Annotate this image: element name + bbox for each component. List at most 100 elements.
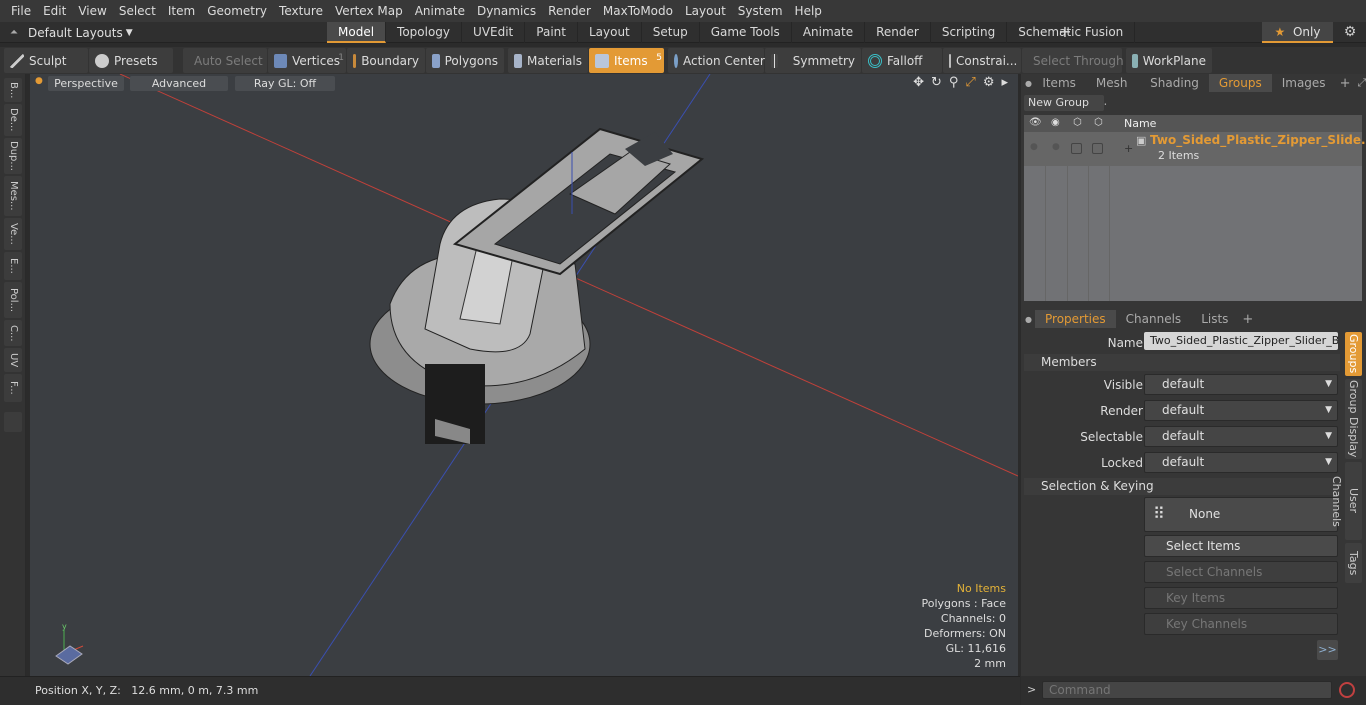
tab-game-tools[interactable]: Game Tools <box>700 22 792 43</box>
left-tab-vertex[interactable]: Ve... <box>4 218 22 250</box>
pan-icon[interactable]: ✥ <box>913 75 924 90</box>
add-tab-button[interactable]: + <box>1057 22 1073 43</box>
raygl-dropdown[interactable]: Ray GL: Off <box>235 76 335 91</box>
menu-vertex-map[interactable]: Vertex Map <box>324 0 403 22</box>
menu-texture[interactable]: Texture <box>268 0 323 22</box>
left-tab-deform[interactable]: De... <box>4 104 22 136</box>
only-button[interactable]: ★ Only <box>1262 22 1333 43</box>
auto-select-button[interactable]: Auto Select <box>183 48 267 73</box>
workplane-button[interactable]: WorkPlane <box>1126 48 1212 73</box>
menu-animate[interactable]: Animate <box>404 0 465 22</box>
materials-button[interactable]: Materials <box>508 48 588 73</box>
zoom-icon[interactable]: ⚲ <box>949 75 959 90</box>
new-group-button[interactable]: New Group <box>1024 95 1104 111</box>
tab-images[interactable]: Images <box>1272 74 1336 92</box>
key-channels-button[interactable]: Key Channels <box>1144 613 1338 635</box>
row-visibility-icon[interactable]: ● <box>1030 142 1038 152</box>
menu-maxtomodo[interactable]: MaxToModo <box>592 0 673 22</box>
menu-system[interactable]: System <box>727 0 783 22</box>
expand-icon[interactable]: ⤢ <box>1350 76 1366 90</box>
tab-channels[interactable]: Channels <box>1116 310 1192 328</box>
sculpt-button[interactable]: Sculpt <box>4 48 88 73</box>
selection-keying-section[interactable]: Selection & Keying <box>1024 478 1340 495</box>
side-tab-user-channels[interactable]: User Channels <box>1330 462 1362 540</box>
none-button[interactable]: ⠿ None <box>1144 497 1338 532</box>
boundary-button[interactable]: Boundary <box>347 48 425 73</box>
row-lock-icon[interactable] <box>1092 143 1103 154</box>
properties-menu-icon[interactable]: ● <box>1021 315 1035 324</box>
tab-scripting[interactable]: Scripting <box>931 22 1008 43</box>
menu-select[interactable]: Select <box>108 0 156 22</box>
menu-help[interactable]: Help <box>784 0 822 22</box>
menu-dynamics[interactable]: Dynamics <box>466 0 536 22</box>
more-button[interactable]: >> <box>1317 640 1338 660</box>
record-icon[interactable] <box>1339 682 1355 698</box>
tab-layout[interactable]: Layout <box>578 22 642 43</box>
left-tab-polygon[interactable]: Pol... <box>4 282 22 318</box>
left-tab-basic[interactable]: B... <box>4 78 22 102</box>
polygons-button[interactable]: Polygons <box>426 48 504 73</box>
symmetry-button[interactable]: Symmetry <box>765 48 861 73</box>
select-items-button[interactable]: Select Items <box>1144 535 1338 557</box>
locked-select[interactable]: default ▼ <box>1144 452 1338 473</box>
row-render-icon[interactable]: ● <box>1052 142 1060 152</box>
rotate-icon[interactable]: ↻ <box>931 75 942 90</box>
tab-groups[interactable]: Groups <box>1208 74 1272 92</box>
row-select-icon[interactable] <box>1071 143 1082 154</box>
side-tab-group-display[interactable]: Group Display <box>1345 379 1362 459</box>
group-row[interactable]: ● ● + ▣ Two_Sided_Plastic_Zipper_Slide..… <box>1024 132 1366 166</box>
tab-animate[interactable]: Animate <box>792 22 866 43</box>
constraints-button[interactable]: Constrai... <box>943 48 1021 73</box>
menu-edit[interactable]: Edit <box>32 0 66 22</box>
left-tab-curve[interactable]: C... <box>4 320 22 346</box>
side-tab-groups[interactable]: Groups <box>1345 332 1362 376</box>
tab-setup[interactable]: Setup <box>642 22 700 43</box>
tab-lists[interactable]: Lists <box>1191 310 1238 328</box>
menu-file[interactable]: File <box>0 0 31 22</box>
tab-topology[interactable]: Topology <box>386 22 463 43</box>
left-tab-duplicate[interactable]: Dup... <box>4 138 22 174</box>
viewport-more-icon[interactable]: ▸ <box>1001 75 1008 90</box>
tab-paint[interactable]: Paint <box>525 22 578 43</box>
gear-icon[interactable]: ⚙ <box>1338 22 1362 43</box>
tab-render[interactable]: Render <box>865 22 931 43</box>
advanced-dropdown[interactable]: Advanced <box>130 76 228 91</box>
falloff-button[interactable]: Falloff <box>862 48 942 73</box>
left-tab-mesh-edit[interactable]: Mes... <box>4 176 22 216</box>
vertices-button[interactable]: Vertices 1 <box>268 48 346 73</box>
select-channels-button[interactable]: Select Channels <box>1144 561 1338 583</box>
tab-model[interactable]: Model <box>327 22 387 43</box>
command-input[interactable] <box>1042 681 1332 699</box>
members-section[interactable]: Members <box>1024 354 1340 371</box>
visible-select[interactable]: default ▼ <box>1144 374 1338 395</box>
tab-shading[interactable]: Shading <box>1140 74 1209 92</box>
key-items-button[interactable]: Key Items <box>1144 587 1338 609</box>
tab-uvedit[interactable]: UVEdit <box>462 22 526 43</box>
left-tab-edge[interactable]: E... <box>4 252 22 280</box>
menu-view[interactable]: View <box>67 0 106 22</box>
tab-mesh[interactable]: Mesh ... <box>1086 74 1140 108</box>
side-tab-tags[interactable]: Tags <box>1345 543 1362 583</box>
collapse-up-icon[interactable]: ⏶ <box>0 27 28 38</box>
left-tab-extra[interactable] <box>4 412 22 432</box>
menu-render[interactable]: Render <box>537 0 591 22</box>
expand-row-icon[interactable]: + <box>1124 142 1133 155</box>
items-button[interactable]: Items 5 <box>589 48 664 73</box>
presets-button[interactable]: Presets <box>89 48 173 73</box>
tab-properties[interactable]: Properties <box>1035 310 1116 328</box>
layout-dropdown[interactable]: ⏶ Default Layouts ▼ <box>0 22 160 43</box>
3d-viewport[interactable]: ● Perspective Advanced Ray GL: Off ✥ ↻ ⚲… <box>30 74 1018 676</box>
viewport-gear-icon[interactable]: ⚙ <box>983 75 995 90</box>
viewport-menu-icon[interactable]: ● <box>35 76 43 86</box>
menu-layout[interactable]: Layout <box>674 0 726 22</box>
add-panel-tab-icon[interactable]: + <box>1336 76 1351 91</box>
menu-geometry[interactable]: Geometry <box>196 0 267 22</box>
fit-icon[interactable]: ⤢ <box>965 75 975 90</box>
menu-item[interactable]: Item <box>157 0 195 22</box>
tab-items[interactable]: Items <box>1032 74 1086 92</box>
perspective-dropdown[interactable]: Perspective <box>48 76 124 91</box>
group-name-field[interactable]: Two_Sided_Plastic_Zipper_Slider_Black <box>1144 332 1338 350</box>
select-through-button[interactable]: Select Through <box>1022 48 1124 73</box>
add-properties-tab-icon[interactable]: + <box>1238 312 1253 327</box>
action-center-button[interactable]: Action Center <box>668 48 765 73</box>
